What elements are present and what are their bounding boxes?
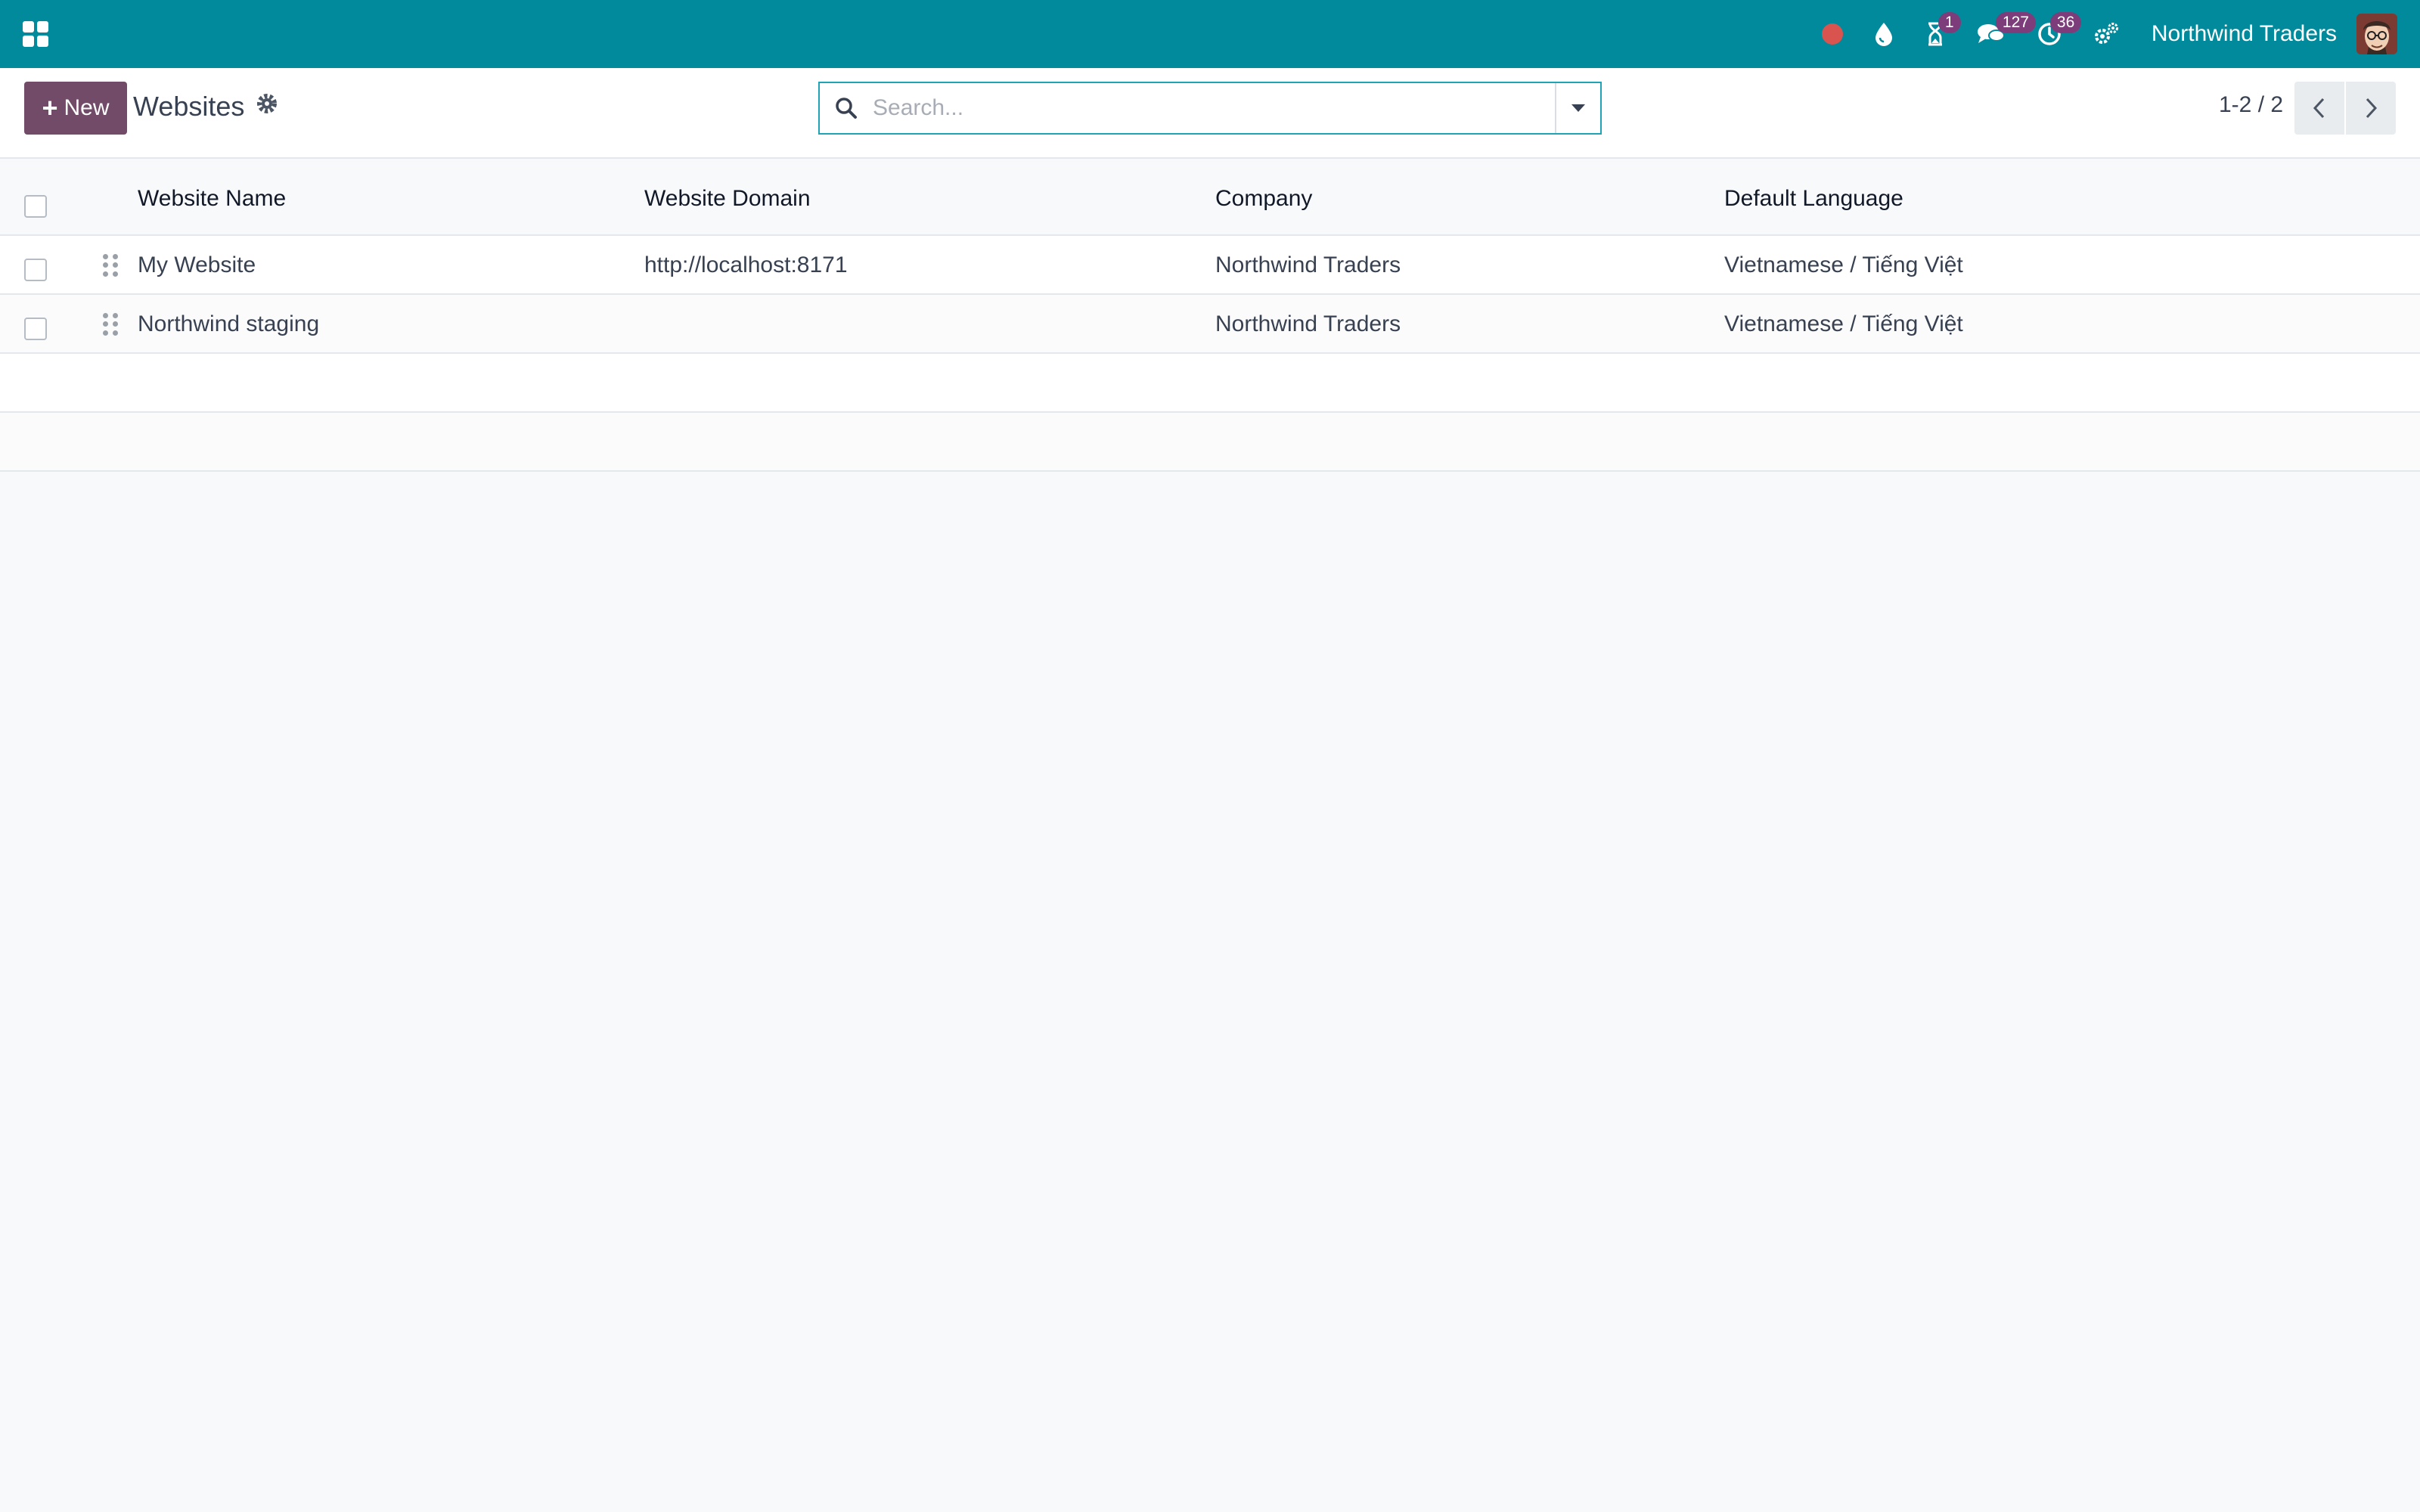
theme-toggle[interactable] — [1858, 0, 1910, 68]
select-all-checkbox[interactable] — [24, 195, 47, 218]
debug-menu[interactable] — [2077, 0, 2135, 68]
user-avatar[interactable] — [2356, 14, 2397, 54]
column-header-website-domain[interactable]: Website Domain — [644, 186, 811, 212]
table-row[interactable]: My Website http://localhost:8171 Northwi… — [0, 236, 2420, 295]
company-switcher[interactable]: Northwind Traders — [2135, 21, 2356, 47]
search-icon — [820, 83, 873, 133]
search-input[interactable] — [873, 85, 1555, 131]
cell-company: Northwind Traders — [1215, 311, 1401, 336]
row-checkbox[interactable] — [24, 318, 47, 340]
gear-icon[interactable] — [254, 91, 280, 116]
cell-default-language: Vietnamese / Tiếng Việt — [1724, 311, 1963, 336]
empty-row — [0, 354, 2420, 413]
page-title: Websites — [133, 91, 245, 122]
websites-list: Website Name Website Domain Company Defa… — [0, 159, 2420, 472]
activity-count-badge: 1 — [1938, 12, 1961, 33]
cell-website-name: Northwind staging — [138, 311, 320, 336]
cell-website-name: My Website — [138, 253, 256, 277]
navbar-systray: 1 127 36 Northwind Traders — [1807, 0, 2397, 68]
recording-indicator[interactable] — [1807, 0, 1858, 68]
new-button[interactable]: + New — [24, 82, 127, 135]
chevron-right-icon — [2366, 98, 2378, 119]
droplet-icon — [1875, 23, 1892, 46]
pager-value[interactable]: 1-2 / 2 — [2219, 92, 2283, 118]
user-face-icon — [2356, 14, 2397, 54]
new-button-label: New — [64, 95, 110, 120]
messages-menu[interactable]: 127 — [1961, 0, 2036, 68]
pager-next-button[interactable] — [2346, 82, 2396, 135]
activities-menu[interactable]: 36 — [2021, 0, 2082, 68]
cell-website-domain: http://localhost:8171 — [644, 253, 848, 277]
column-header-default-language[interactable]: Default Language — [1724, 186, 1903, 212]
cell-default-language: Vietnamese / Tiếng Việt — [1724, 253, 1963, 277]
pager-previous-button[interactable] — [2294, 82, 2344, 135]
chevron-left-icon — [2313, 98, 2325, 119]
table-header: Website Name Website Domain Company Defa… — [0, 159, 2420, 236]
drag-handle-icon[interactable] — [103, 313, 118, 336]
drag-handle-icon[interactable] — [103, 254, 118, 277]
row-checkbox[interactable] — [24, 259, 47, 281]
plus-icon: + — [42, 92, 58, 123]
record-dot-icon — [1821, 23, 1843, 45]
search-options-toggle[interactable] — [1555, 83, 1600, 133]
top-navbar: 1 127 36 Northwind Traders — [0, 0, 2420, 68]
gears-icon — [2094, 23, 2118, 44]
activity-timer[interactable]: 1 — [1910, 0, 1961, 68]
column-header-website-name[interactable]: Website Name — [138, 186, 286, 212]
cell-company: Northwind Traders — [1215, 253, 1401, 277]
column-header-company[interactable]: Company — [1215, 186, 1312, 212]
search-bar — [818, 82, 1602, 135]
empty-row — [0, 413, 2420, 472]
caret-down-icon — [1571, 104, 1585, 112]
control-panel: + New Websites 1-2 / 2 — [0, 68, 2420, 159]
table-row[interactable]: Northwind staging Northwind Traders Viet… — [0, 295, 2420, 354]
apps-menu-icon[interactable] — [23, 21, 48, 47]
